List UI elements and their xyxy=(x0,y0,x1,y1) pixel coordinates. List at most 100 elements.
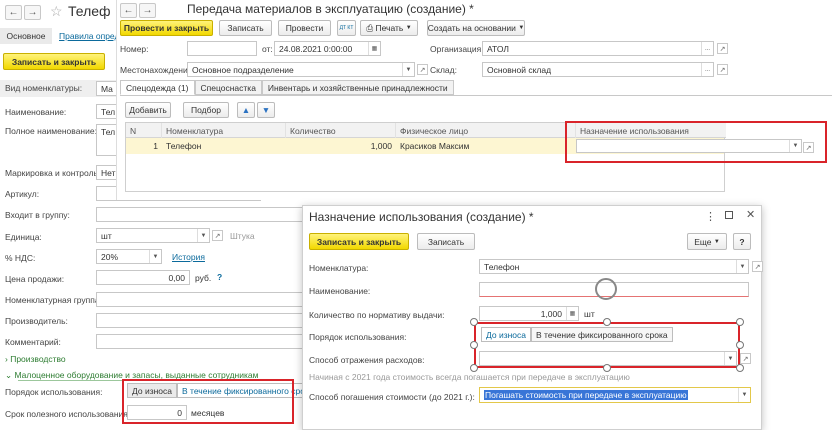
dialog-nom-value: Телефон xyxy=(484,261,520,272)
price-field[interactable]: 0,00 xyxy=(96,270,190,285)
chevron-down-icon: ▼ xyxy=(518,25,525,31)
open-icon[interactable]: ↗ xyxy=(212,230,223,241)
group-field[interactable] xyxy=(96,207,306,222)
ellipsis-icon[interactable]: ... xyxy=(701,63,713,76)
select-button[interactable]: Подбор xyxy=(183,102,229,118)
dialog-repay-field[interactable]: Погашать стоимость при передаче в эксплу… xyxy=(479,387,751,403)
unit-label: Единица: xyxy=(5,232,42,242)
help-button[interactable]: ? xyxy=(733,233,751,250)
number-label: Номер: xyxy=(120,44,149,54)
chevron-down-icon[interactable]: ▼ xyxy=(738,388,750,402)
post-button[interactable]: Провести xyxy=(278,20,331,36)
location-field[interactable]: Основное подразделение ▼ xyxy=(187,62,415,77)
forward-button[interactable]: → xyxy=(139,3,156,18)
dt-kt-button[interactable]: ДТ КТ xyxy=(337,20,356,36)
marking-field[interactable]: Нет xyxy=(96,165,118,180)
col-n[interactable]: N xyxy=(126,123,162,138)
dialog-qty-field[interactable]: 1,000 ▦ xyxy=(479,306,579,321)
producer-field[interactable] xyxy=(96,313,306,328)
open-icon[interactable]: ↗ xyxy=(752,261,763,272)
vat-history-link[interactable]: История xyxy=(172,252,205,262)
favorite-star-icon[interactable]: ☆ xyxy=(50,3,63,20)
tab-main[interactable]: Основное xyxy=(0,28,52,44)
move-down-icon[interactable]: ▼ xyxy=(257,102,275,118)
maximize-icon[interactable] xyxy=(725,211,733,219)
article-label: Артикул: xyxy=(5,189,40,199)
tab-equipment[interactable]: Спецоснастка xyxy=(194,80,262,95)
move-up-icon[interactable]: ▲ xyxy=(237,102,255,118)
document-title: Передача материалов в эксплуатацию (созд… xyxy=(187,2,474,16)
create-based-button[interactable]: Создать на основании ▼ xyxy=(427,20,525,36)
resize-handle xyxy=(603,364,611,372)
open-icon[interactable]: ↗ xyxy=(740,353,751,364)
date-field[interactable]: 24.08.2021 0:00:00 ▦ xyxy=(274,41,381,56)
date-label: от: xyxy=(262,44,273,54)
dialog-name-label: Наименование: xyxy=(309,286,371,296)
org-field[interactable]: АТОЛ ... xyxy=(482,41,714,56)
dialog-save-close-button[interactable]: Записать и закрыть xyxy=(309,233,409,250)
vat-label: % НДС: xyxy=(5,253,36,263)
dialog-nom-label: Номенклатура: xyxy=(309,263,369,273)
col-quantity[interactable]: Количество xyxy=(286,123,396,138)
close-icon[interactable]: ✕ xyxy=(746,208,755,221)
save-close-button-bg[interactable]: Записать и закрыть xyxy=(3,53,105,70)
more-vert-icon[interactable]: ⋮ xyxy=(705,210,716,223)
back-button[interactable]: ← xyxy=(5,5,22,20)
calendar-icon[interactable]: ▦ xyxy=(368,42,380,55)
nomgroup-label: Номенклатурная группа: xyxy=(5,295,102,305)
col-person[interactable]: Физическое лицо xyxy=(396,123,576,138)
cell-person: Красиков Максим xyxy=(400,140,470,151)
chevron-down-icon[interactable]: ▼ xyxy=(736,260,748,273)
dialog-expense-label: Способ отражения расходов: xyxy=(309,355,425,365)
rotate-handle-icon[interactable] xyxy=(595,278,617,300)
tab-rules[interactable]: Правила опред xyxy=(59,31,119,41)
save-button[interactable]: Записать xyxy=(219,20,272,36)
nomgroup-field[interactable] xyxy=(96,292,306,307)
unit-field[interactable]: шт ▼ xyxy=(96,228,210,243)
comment-label: Комментарий: xyxy=(5,337,61,347)
open-icon[interactable]: ↗ xyxy=(717,64,728,75)
calculator-icon[interactable]: ▦ xyxy=(566,307,578,320)
usage-order-label: Порядок использования: xyxy=(5,387,103,397)
col-nomenclature[interactable]: Номенклатура xyxy=(162,123,286,138)
dialog-nom-field[interactable]: Телефон ▼ xyxy=(479,259,749,274)
org-value: АТОЛ xyxy=(487,43,509,54)
tab-inventory[interactable]: Инвентарь и хозяйственные принадлежности xyxy=(261,80,454,95)
create-based-label: Создать на основании xyxy=(427,23,516,33)
back-button[interactable]: ← xyxy=(120,3,137,18)
unit-hint: Штука xyxy=(230,231,255,241)
open-icon[interactable]: ↗ xyxy=(417,64,428,75)
name-label: Наименование: xyxy=(5,107,67,117)
dialog-save-button[interactable]: Записать xyxy=(417,233,475,250)
ellipsis-icon[interactable]: ... xyxy=(701,42,713,55)
comment-field[interactable] xyxy=(96,334,306,349)
unit-value: шт xyxy=(101,230,112,241)
post-close-button[interactable]: Провести и закрыть xyxy=(120,20,213,36)
print-button[interactable]: ⎙ Печать ▼ xyxy=(360,20,418,36)
section-production[interactable]: › Производство xyxy=(5,354,66,364)
vat-field[interactable]: 20% ▼ xyxy=(96,249,162,264)
add-button[interactable]: Добавить xyxy=(125,102,171,118)
number-field[interactable] xyxy=(187,41,257,56)
life-label: Срок полезного использования: xyxy=(5,409,131,419)
price-label: Цена продажи: xyxy=(5,274,65,284)
warehouse-label: Склад: xyxy=(430,65,457,75)
date-value: 24.08.2021 0:00:00 xyxy=(279,43,353,54)
chevron-down-icon[interactable]: ▼ xyxy=(149,250,161,263)
org-label: Организация: xyxy=(430,44,484,54)
forward-button[interactable]: → xyxy=(24,5,41,20)
fullname-field[interactable]: Тел xyxy=(96,124,118,156)
kind-field[interactable]: Ма xyxy=(96,81,118,96)
warehouse-value: Основной склад xyxy=(487,64,552,75)
chevron-down-icon[interactable]: ▼ xyxy=(402,63,414,76)
tab-workwear[interactable]: Спецодежда (1) xyxy=(120,80,195,95)
price-help-icon[interactable]: ? xyxy=(217,272,222,282)
name-field[interactable]: Тел xyxy=(96,104,118,119)
chevron-down-icon[interactable]: ▼ xyxy=(197,229,209,242)
resize-handle xyxy=(736,364,744,372)
open-icon[interactable]: ↗ xyxy=(717,43,728,54)
more-button[interactable]: Еще ▼ xyxy=(687,233,727,250)
vat-value: 20% xyxy=(101,251,119,262)
chevron-right-icon: › xyxy=(5,354,8,364)
warehouse-field[interactable]: Основной склад ... xyxy=(482,62,714,77)
